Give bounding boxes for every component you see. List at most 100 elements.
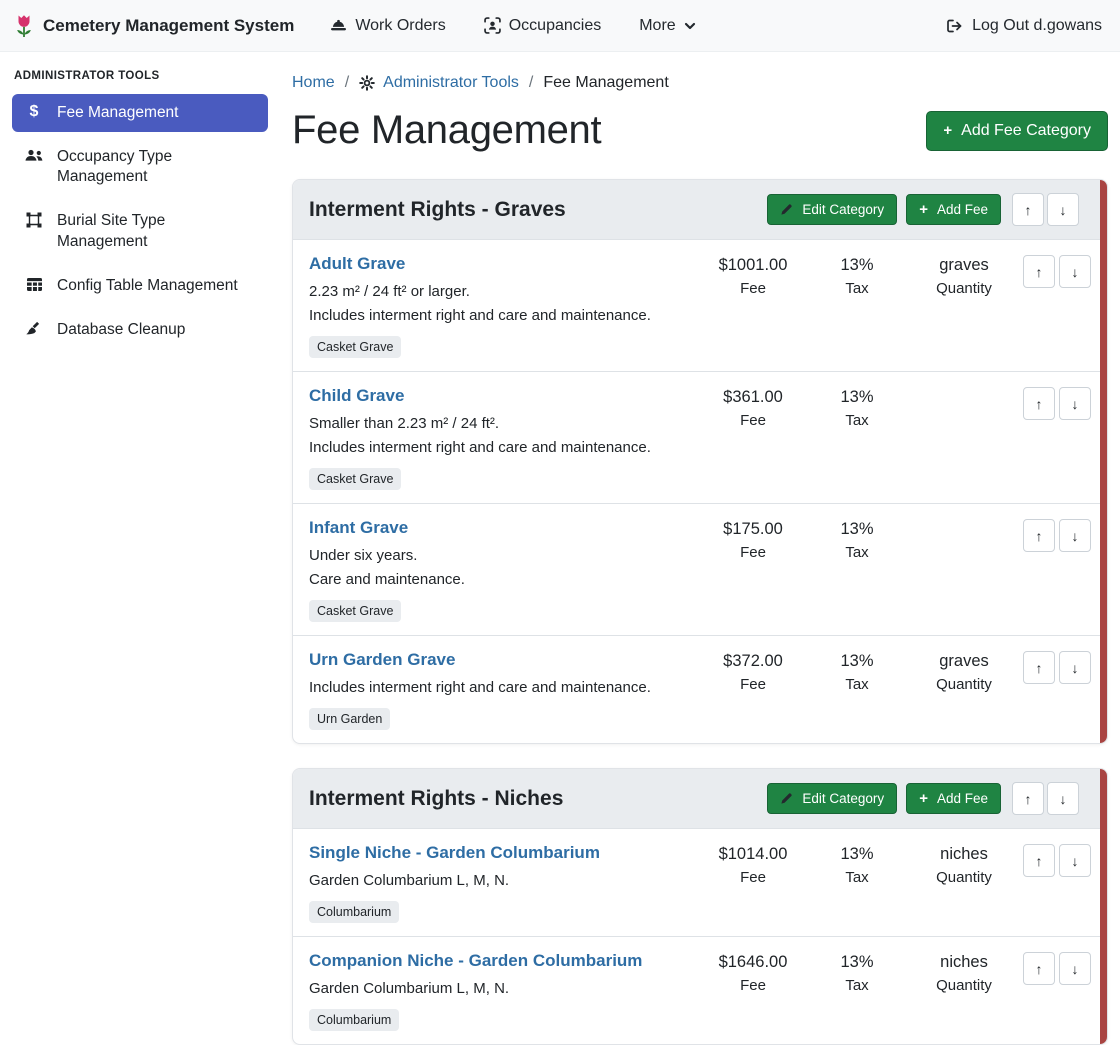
fee-amount-stat: $1014.00 Fee <box>701 843 805 923</box>
fee-info: Adult Grave 2.23 m² / 24 ft² or larger. … <box>309 254 701 358</box>
move-fee-up-button[interactable]: ↑ <box>1023 519 1055 552</box>
sidebar-item-fee-management[interactable]: $ Fee Management <box>12 94 268 132</box>
fee-reorder-group: ↑ ↓ <box>1019 386 1091 490</box>
move-fee-down-button[interactable]: ↓ <box>1059 519 1091 552</box>
card-scrollbar[interactable] <box>1100 769 1107 1044</box>
move-category-down-button[interactable]: ↓ <box>1047 193 1079 226</box>
move-fee-down-button[interactable]: ↓ <box>1059 952 1091 985</box>
fee-row: Child Grave Smaller than 2.23 m² / 24 ft… <box>293 371 1107 503</box>
sidebar-item-label: Database Cleanup <box>57 320 185 340</box>
logout-link[interactable]: Log Out d.gowans <box>946 17 1106 35</box>
fee-quantity-stat: niches Quantity <box>909 951 1019 1031</box>
fee-row: Companion Niche - Garden Columbarium Gar… <box>293 936 1107 1044</box>
fee-quantity-stat <box>909 518 1019 622</box>
nav-work-orders[interactable]: Work Orders <box>330 17 445 35</box>
fee-tax-label: Tax <box>805 544 909 561</box>
fee-tax-label: Tax <box>805 412 909 429</box>
plus-icon: + <box>919 202 928 217</box>
fee-quantity-label: Quantity <box>909 280 1019 297</box>
nav-occupancies[interactable]: Occupancies <box>484 17 602 35</box>
fee-description: 2.23 m² / 24 ft² or larger. <box>309 281 691 302</box>
fee-row: Infant Grave Under six years. Care and m… <box>293 503 1107 635</box>
add-fee-button[interactable]: + Add Fee <box>906 194 1001 225</box>
app-brand[interactable]: Cemetery Management System <box>14 13 294 39</box>
fee-name-link[interactable]: Urn Garden Grave <box>309 650 455 670</box>
edit-category-button[interactable]: Edit Category <box>767 194 897 225</box>
fee-amount-stat: $361.00 Fee <box>701 386 805 490</box>
move-category-down-button[interactable]: ↓ <box>1047 782 1079 815</box>
move-fee-up-button[interactable]: ↑ <box>1023 952 1055 985</box>
move-fee-up-button[interactable]: ↑ <box>1023 844 1055 877</box>
nav-occupancies-label: Occupancies <box>509 17 602 35</box>
fee-name-link[interactable]: Adult Grave <box>309 254 405 274</box>
fee-tax: 13% <box>805 520 909 539</box>
main-nav: Work Orders Occupancies More <box>330 17 695 35</box>
tulip-logo-icon <box>14 13 34 39</box>
fee-description: Care and maintenance. <box>309 569 691 590</box>
fee-info: Single Niche - Garden Columbarium Garden… <box>309 843 701 923</box>
hard-hat-icon <box>330 18 347 33</box>
fee-quantity: niches <box>909 953 1019 972</box>
logout-label: Log Out d.gowans <box>972 17 1102 35</box>
move-category-up-button[interactable]: ↑ <box>1012 193 1044 226</box>
fee-amount: $1646.00 <box>701 953 805 972</box>
fee-name-link[interactable]: Companion Niche - Garden Columbarium <box>309 951 642 971</box>
fee-tax-stat: 13% Tax <box>805 843 909 923</box>
add-fee-category-label: Add Fee Category <box>961 122 1091 140</box>
sidebar-item-burial-site-type-management[interactable]: Burial Site Type Management <box>12 202 268 260</box>
edit-category-label: Edit Category <box>802 791 884 806</box>
fee-description: Under six years. <box>309 545 691 566</box>
fee-quantity-stat <box>909 386 1019 490</box>
sidebar-item-label: Config Table Management <box>57 276 238 296</box>
fee-row: Urn Garden Grave Includes interment righ… <box>293 635 1107 743</box>
pencil-icon <box>780 203 793 216</box>
fee-type-badge: Casket Grave <box>309 468 401 490</box>
add-fee-label: Add Fee <box>937 791 988 806</box>
sidebar-item-database-cleanup[interactable]: Database Cleanup <box>12 311 268 349</box>
fee-type-badge: Casket Grave <box>309 336 401 358</box>
fee-name-link[interactable]: Single Niche - Garden Columbarium <box>309 843 600 863</box>
fee-amount-label: Fee <box>701 280 805 297</box>
users-icon <box>24 148 44 163</box>
fee-name-link[interactable]: Child Grave <box>309 386 404 406</box>
category-title: Interment Rights - Graves <box>309 198 566 222</box>
fee-amount: $1001.00 <box>701 256 805 275</box>
nav-more[interactable]: More <box>639 17 695 35</box>
fee-category-card-niches: Interment Rights - Niches Edit Category … <box>292 768 1108 1045</box>
fee-reorder-group: ↑ ↓ <box>1019 254 1091 358</box>
move-fee-down-button[interactable]: ↓ <box>1059 651 1091 684</box>
fee-row: Adult Grave 2.23 m² / 24 ft² or larger. … <box>293 239 1107 371</box>
nav-more-label: More <box>639 17 675 35</box>
add-fee-category-button[interactable]: + Add Fee Category <box>926 111 1108 151</box>
move-fee-up-button[interactable]: ↑ <box>1023 255 1055 288</box>
move-fee-down-button[interactable]: ↓ <box>1059 387 1091 420</box>
fee-name-link[interactable]: Infant Grave <box>309 518 408 538</box>
edit-category-button[interactable]: Edit Category <box>767 783 897 814</box>
move-fee-down-button[interactable]: ↓ <box>1059 844 1091 877</box>
plus-icon: + <box>943 123 952 138</box>
edit-category-label: Edit Category <box>802 202 884 217</box>
fee-tax-label: Tax <box>805 869 909 886</box>
add-fee-label: Add Fee <box>937 202 988 217</box>
breadcrumb-home-link[interactable]: Home <box>292 74 335 92</box>
move-fee-down-button[interactable]: ↓ <box>1059 255 1091 288</box>
card-scrollbar[interactable] <box>1100 180 1107 743</box>
move-fee-up-button[interactable]: ↑ <box>1023 651 1055 684</box>
breadcrumb: Home / Administrator Tools / Fee Man <box>292 74 1108 92</box>
fee-quantity-stat: graves Quantity <box>909 650 1019 730</box>
add-fee-button[interactable]: + Add Fee <box>906 783 1001 814</box>
fee-quantity: graves <box>909 652 1019 671</box>
move-category-up-button[interactable]: ↑ <box>1012 782 1044 815</box>
move-fee-up-button[interactable]: ↑ <box>1023 387 1055 420</box>
category-reorder-group: ↑ ↓ <box>1012 193 1079 226</box>
table-icon <box>24 277 44 292</box>
breadcrumb-admin-tools-label: Administrator Tools <box>383 74 519 92</box>
fee-description: Garden Columbarium L, M, N. <box>309 978 691 999</box>
breadcrumb-admin-tools-link[interactable]: Administrator Tools <box>359 74 519 92</box>
fee-info: Urn Garden Grave Includes interment righ… <box>309 650 701 730</box>
sidebar-item-config-table-management[interactable]: Config Table Management <box>12 267 268 305</box>
fee-quantity-label: Quantity <box>909 977 1019 994</box>
fee-quantity-stat: graves Quantity <box>909 254 1019 358</box>
fee-tax-label: Tax <box>805 676 909 693</box>
sidebar-item-occupancy-type-management[interactable]: Occupancy Type Management <box>12 138 268 196</box>
